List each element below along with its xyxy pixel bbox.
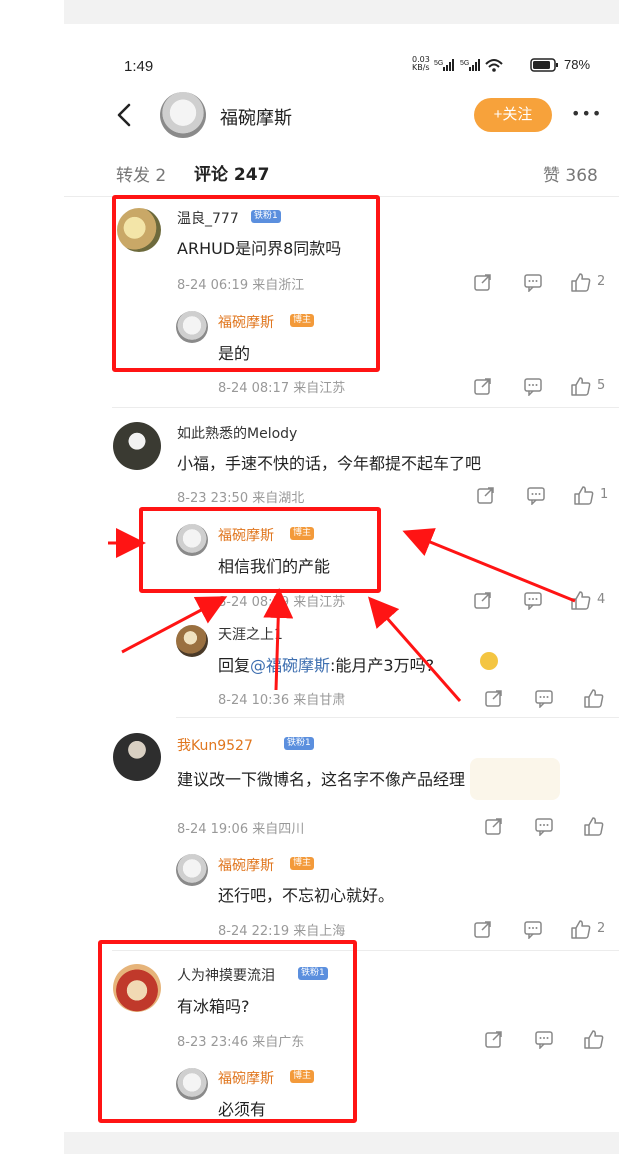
annotation-arrows <box>108 528 576 702</box>
